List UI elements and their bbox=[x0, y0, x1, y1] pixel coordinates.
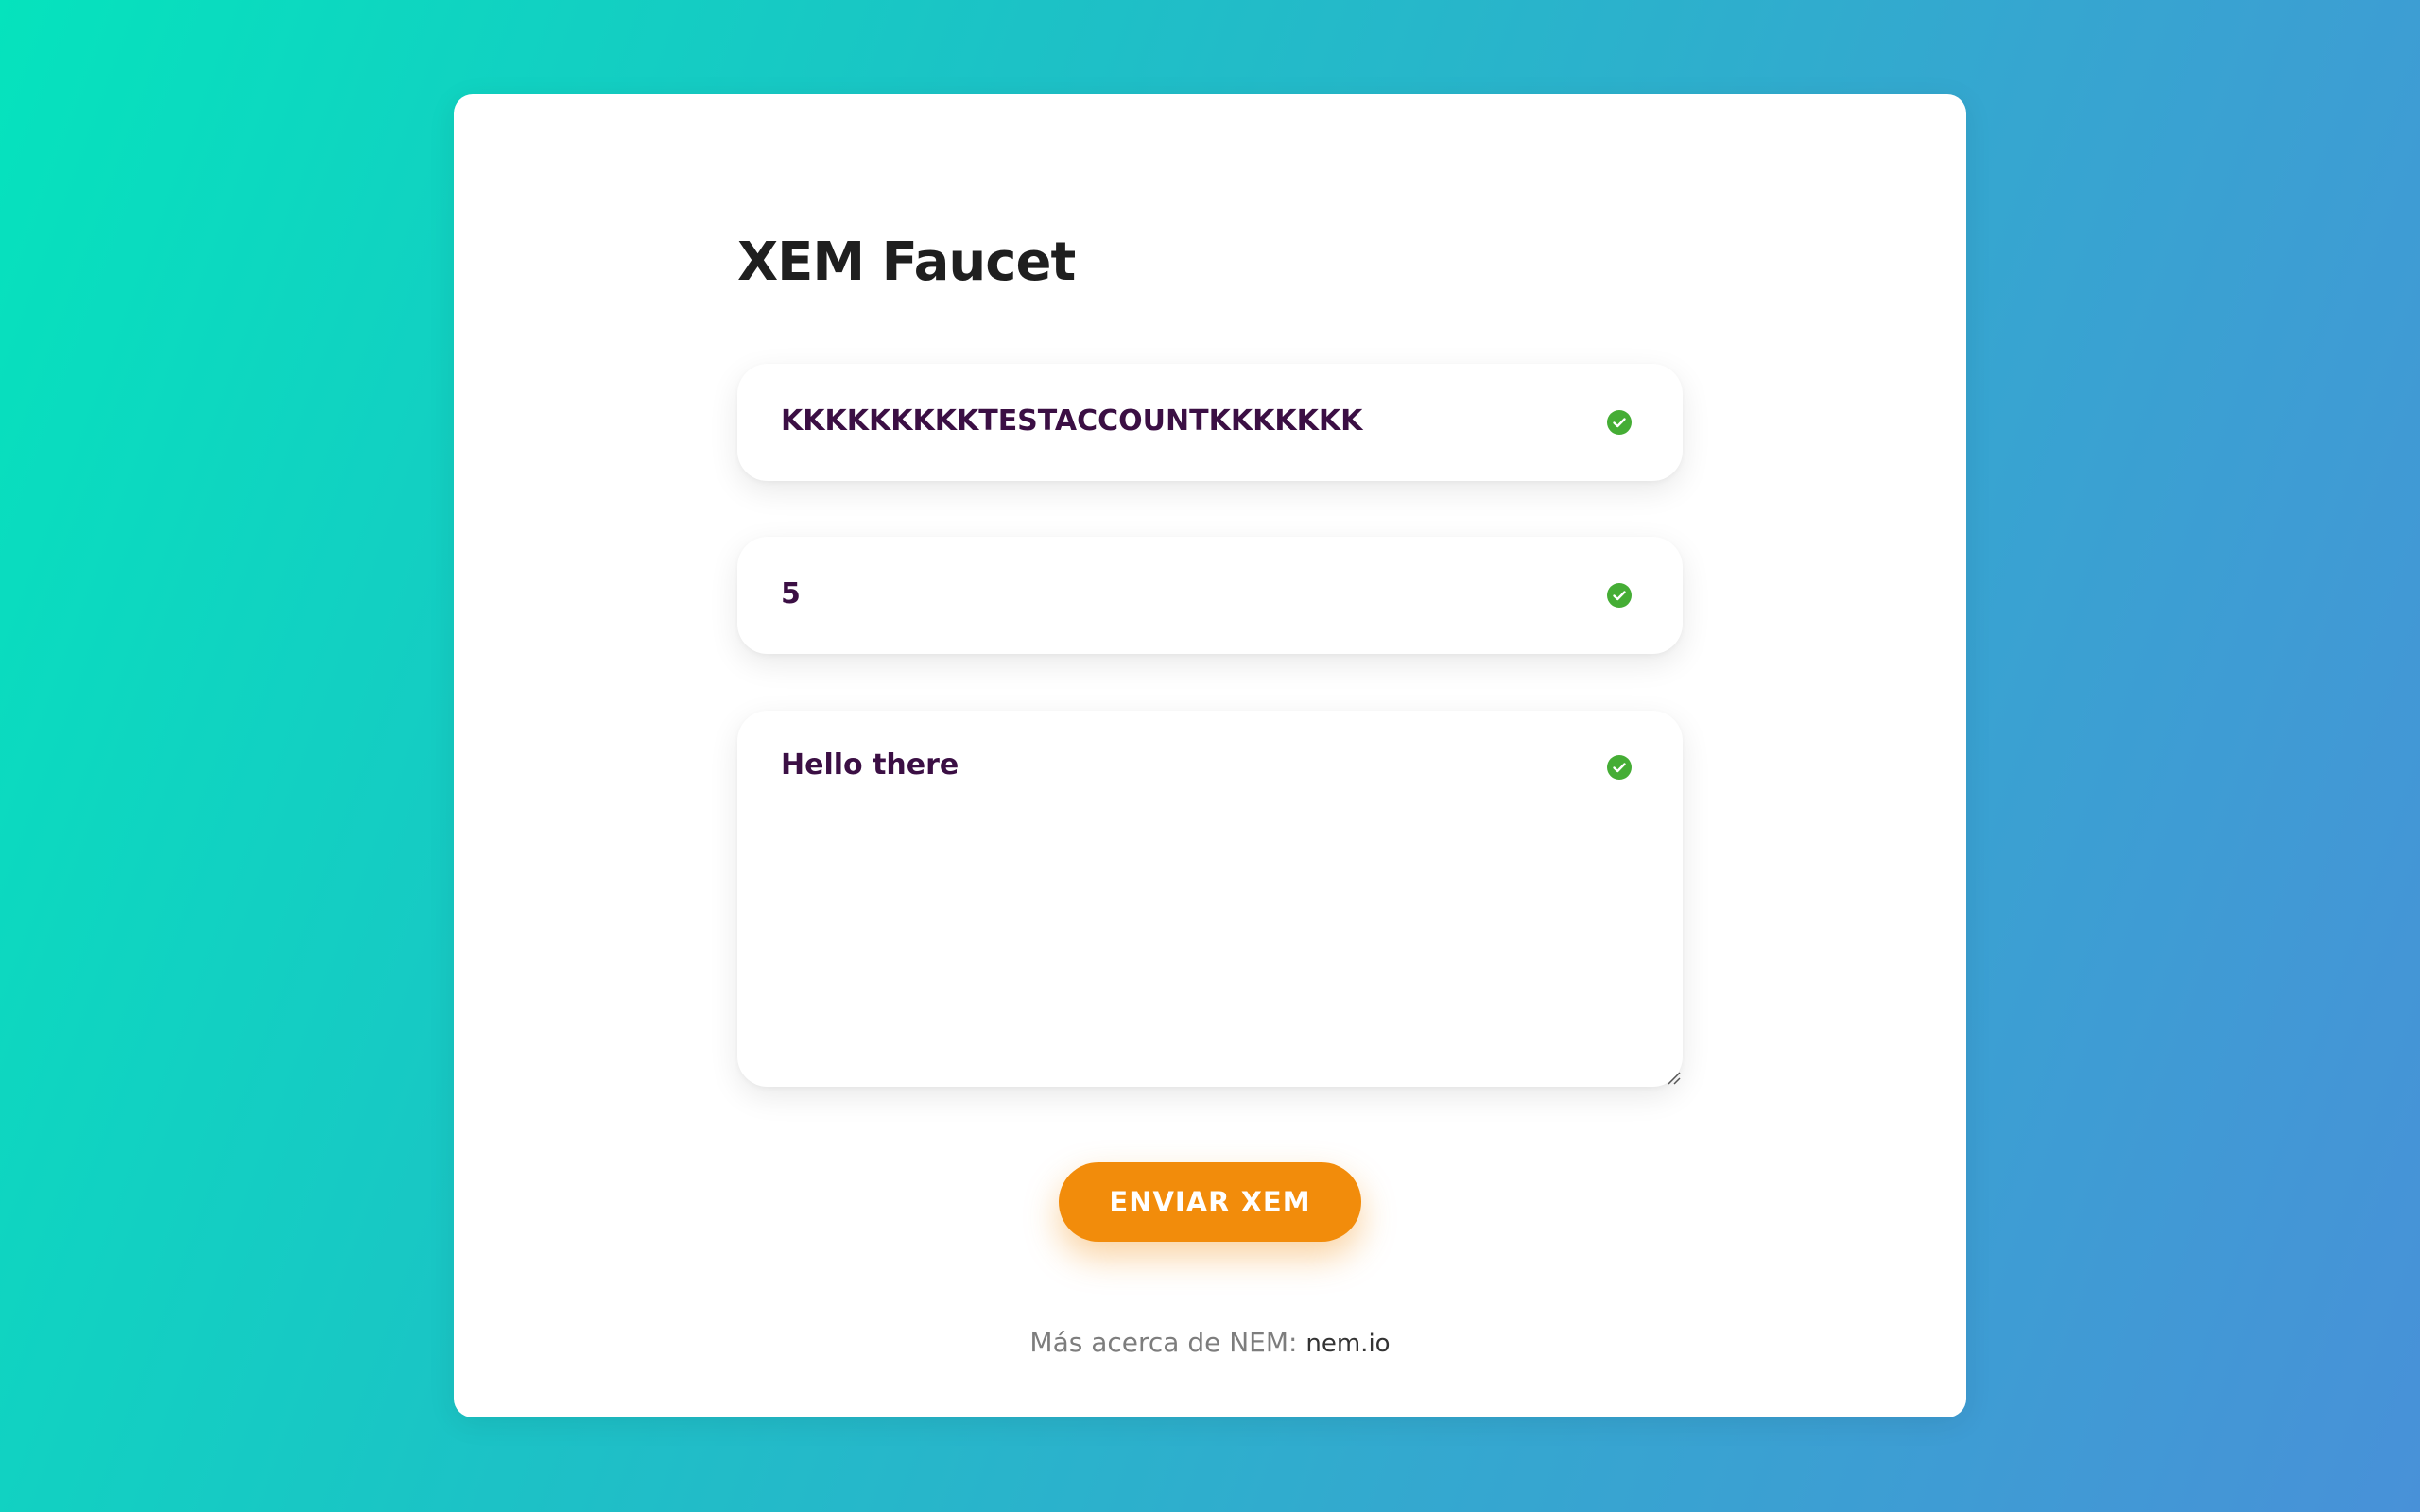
send-xem-button[interactable]: ENVIAR XEM bbox=[1059, 1162, 1361, 1242]
page-title: XEM Faucet bbox=[737, 232, 1076, 293]
check-circle-icon bbox=[1607, 755, 1632, 780]
faucet-card: XEM Faucet KKKKKKKKKTESTACCOUNTKKKKKKK 5… bbox=[454, 94, 1966, 1418]
nem-link[interactable]: nem.io bbox=[1305, 1330, 1390, 1358]
check-circle-icon bbox=[1607, 410, 1632, 435]
message-value: Hello there bbox=[781, 748, 959, 782]
message-textarea[interactable]: Hello there bbox=[737, 711, 1683, 1087]
footer: Más acerca de NEM: nem.io bbox=[454, 1327, 1966, 1358]
check-circle-icon bbox=[1607, 583, 1632, 608]
resize-handle-icon[interactable] bbox=[1666, 1070, 1681, 1085]
footer-text: Más acerca de NEM: bbox=[1029, 1327, 1298, 1358]
address-field[interactable]: KKKKKKKKKTESTACCOUNTKKKKKKK bbox=[737, 364, 1683, 481]
amount-value: 5 bbox=[781, 577, 801, 610]
amount-field[interactable]: 5 bbox=[737, 537, 1683, 654]
address-value: KKKKKKKKKTESTACCOUNTKKKKKKK bbox=[781, 404, 1363, 438]
